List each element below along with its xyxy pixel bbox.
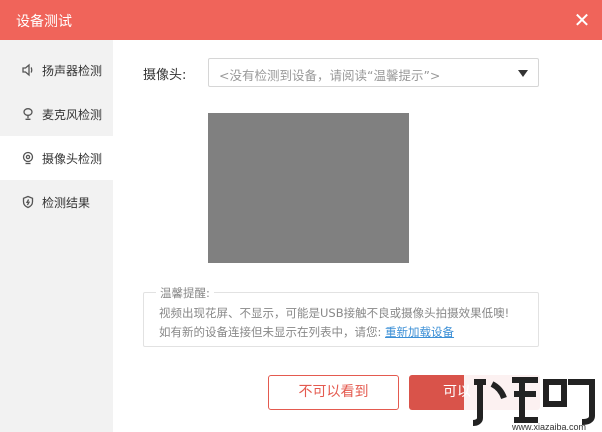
microphone-icon [20, 106, 36, 122]
title-bar: 设备测试 ✕ [0, 0, 602, 40]
sidebar-item-microphone[interactable]: 麦克风检测 [0, 92, 113, 136]
camera-label: 摄像头: [143, 68, 187, 83]
tips-line-1: 视频出现花屏、不显示，可能是USB接触不良或摄像头拍摄效果低噢! [159, 306, 510, 320]
sidebar-item-camera[interactable]: 摄像头检测 [0, 136, 113, 180]
sidebar-item-label: 扬声器检测 [42, 63, 103, 78]
cant-see-button[interactable]: 不可以看到 [268, 375, 399, 410]
tips-line-2: 如有新的设备连接但未显示在列表中，请您: 重新加载设备 [159, 324, 454, 340]
camera-preview [208, 113, 409, 263]
camera-select-value: <没有检测到设备，请阅读“温馨提示”> [219, 68, 441, 83]
reload-devices-link[interactable]: 重新加载设备 [385, 325, 454, 339]
watermark-url: www.xiazaiba.com [511, 422, 586, 432]
sidebar-item-label: 摄像头检测 [42, 151, 103, 166]
watermark-logo: www.xiazaiba.com [464, 374, 602, 432]
window-title: 设备测试 [16, 14, 72, 30]
tips-legend: 温馨提醒: [156, 285, 214, 301]
sidebar-item-result[interactable]: 检测结果 [0, 180, 113, 224]
chevron-down-icon [518, 70, 528, 77]
camera-icon [20, 150, 36, 166]
sidebar-item-label: 检测结果 [42, 195, 91, 210]
sidebar: 扬声器检测 麦克风检测 摄像头检测 检测结果 [0, 40, 113, 432]
close-icon[interactable]: ✕ [572, 9, 592, 31]
tips-line-2-text: 如有新的设备连接但未显示在列表中，请您: [159, 325, 382, 339]
sidebar-item-label: 麦克风检测 [42, 107, 103, 122]
sidebar-item-speaker[interactable]: 扬声器检测 [0, 48, 113, 92]
tips-box: 温馨提醒: 视频出现花屏、不显示，可能是USB接触不良或摄像头拍摄效果低噢! 如… [143, 285, 539, 347]
speaker-icon [20, 62, 36, 78]
shield-icon [20, 194, 36, 210]
camera-select[interactable]: <没有检测到设备，请阅读“温馨提示”> [208, 58, 539, 87]
